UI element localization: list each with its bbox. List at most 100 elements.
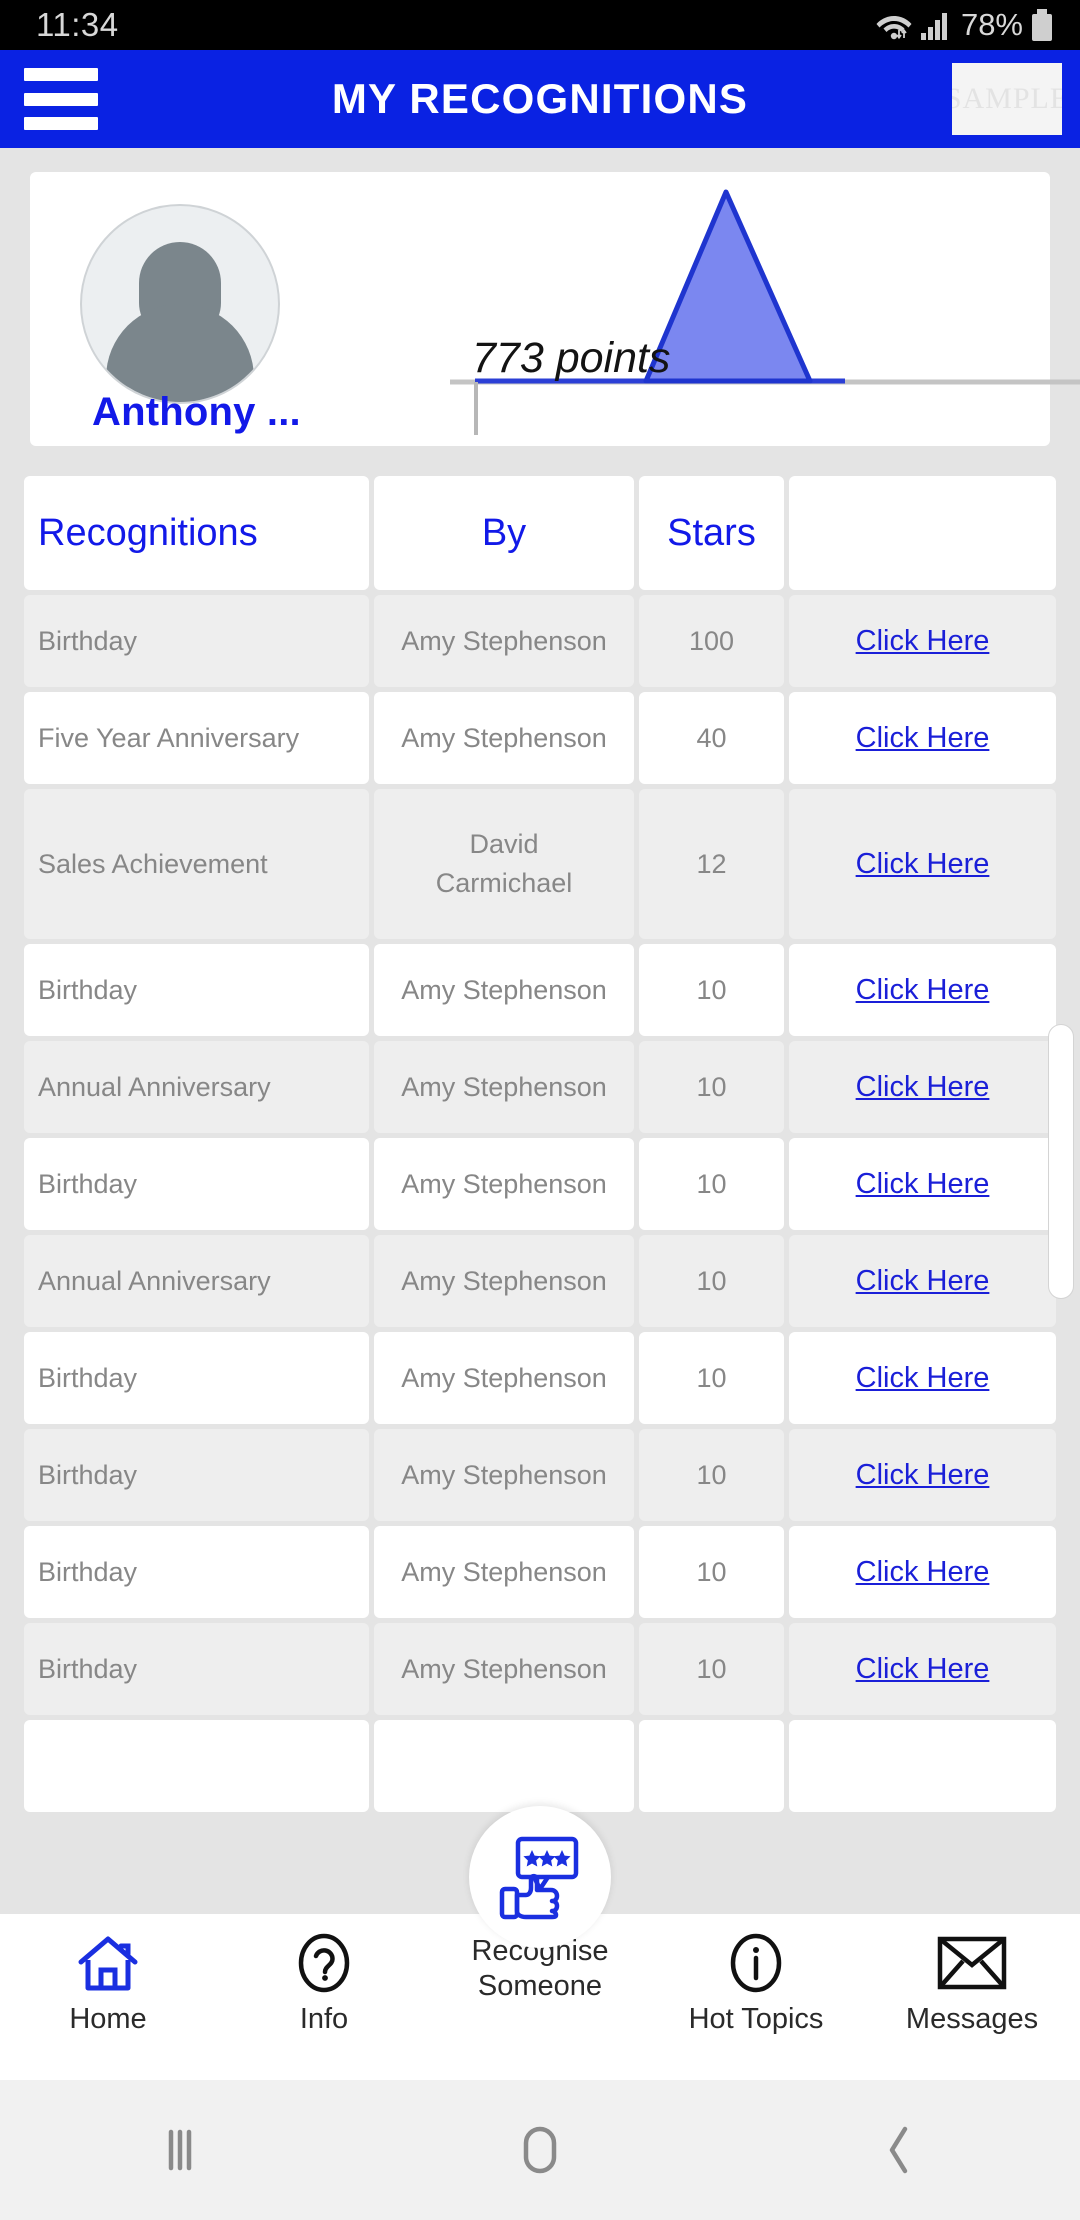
click-here-link[interactable]: Click Here: [856, 722, 990, 755]
cell-action[interactable]: Click Here: [789, 1623, 1056, 1715]
table-row[interactable]: Birthday Amy Stephenson 10 Click Here: [24, 1623, 1056, 1715]
table-row[interactable]: Birthday Amy Stephenson 10 Click Here: [24, 1138, 1056, 1230]
home-button[interactable]: [440, 2123, 640, 2177]
table-row[interactable]: Birthday Amy Stephenson 10 Click Here: [24, 1332, 1056, 1424]
vertical-scrollbar[interactable]: [1048, 1024, 1074, 1299]
brand-logo-text: SAMPLE: [952, 82, 1062, 115]
cell-by: Amy Stephenson: [374, 595, 634, 687]
nav-item-recognise-someone[interactable]: Recognise Someone: [440, 1806, 640, 2005]
nav-item-info[interactable]: Info: [224, 1932, 424, 2037]
cell-by: Amy Stephenson: [374, 1235, 634, 1327]
cell-recognition: Sales Achievement: [24, 789, 369, 939]
points-chart: 773 points: [450, 182, 1080, 446]
cell-by: Amy Stephenson: [374, 1138, 634, 1230]
profile-card: Anthony ... 773 points: [30, 172, 1080, 446]
cell-by: Amy Stephenson: [374, 692, 634, 784]
hamburger-bar: [24, 92, 98, 106]
recognise-someone-fab[interactable]: [469, 1806, 611, 1948]
cell-recognition: [24, 1720, 369, 1812]
cell-stars: 10: [639, 944, 784, 1036]
cell-action[interactable]: Click Here: [789, 944, 1056, 1036]
column-header-recognitions: Recognitions: [24, 476, 369, 590]
table-row[interactable]: Sales Achievement David Carmichael 12 Cl…: [24, 789, 1056, 939]
click-here-link[interactable]: Click Here: [856, 1653, 990, 1686]
cell-by: Amy Stephenson: [374, 1332, 634, 1424]
cell-by: Amy Stephenson: [374, 1429, 634, 1521]
page-title: MY RECOGNITIONS: [331, 75, 749, 122]
back-chevron-icon: [889, 2126, 908, 2174]
click-here-link[interactable]: Click Here: [856, 1168, 990, 1201]
cell-by: [374, 1720, 634, 1812]
click-here-link[interactable]: Click Here: [856, 1556, 990, 1589]
nav-label-line2: Someone: [477, 1970, 603, 2003]
points-label: 773 points: [472, 334, 671, 382]
cell-stars: 12: [639, 789, 784, 939]
cell-by: Amy Stephenson: [374, 944, 634, 1036]
avatar[interactable]: [80, 204, 280, 404]
default-avatar-icon: [80, 204, 280, 404]
table-row[interactable]: Birthday Amy Stephenson 10 Click Here: [24, 1429, 1056, 1521]
table-row[interactable]: Birthday Amy Stephenson 10 Click Here: [24, 944, 1056, 1036]
cellular-signal-icon: [920, 13, 947, 40]
cell-action[interactable]: Click Here: [789, 1041, 1056, 1133]
cell-action[interactable]: Click Here: [789, 789, 1056, 939]
points-triangle-chart: [450, 189, 1080, 435]
cell-stars: 10: [639, 1332, 784, 1424]
cell-action[interactable]: Click Here: [789, 1332, 1056, 1424]
nav-item-hot-topics[interactable]: Hot Topics: [656, 1932, 856, 2037]
table-row-partial[interactable]: [24, 1720, 1056, 1812]
bottom-navigation: Home Info Recognise Someone Hot Topics M…: [0, 1806, 1080, 2080]
click-here-link[interactable]: Click Here: [856, 1362, 990, 1395]
cell-by-line2: Carmichael: [435, 868, 573, 898]
click-here-link[interactable]: Click Here: [856, 625, 990, 658]
recognitions-table: Recognitions By Stars Birthday Amy Steph…: [24, 476, 1074, 1812]
nav-item-messages[interactable]: Messages: [872, 1932, 1072, 2037]
click-here-link[interactable]: Click Here: [856, 1459, 990, 1492]
click-here-link[interactable]: Click Here: [856, 974, 990, 1007]
back-button[interactable]: [800, 2123, 1000, 2177]
table-row[interactable]: Annual Anniversary Amy Stephenson 10 Cli…: [24, 1041, 1056, 1133]
cell-action[interactable]: Click Here: [789, 1429, 1056, 1521]
table-row[interactable]: Birthday Amy Stephenson 10 Click Here: [24, 1526, 1056, 1618]
cell-by-line1: David: [469, 828, 539, 859]
nav-label-hot-topics: Hot Topics: [688, 2003, 824, 2035]
cell-action[interactable]: Click Here: [789, 1526, 1056, 1618]
wifi-icon: [876, 16, 912, 40]
click-here-link[interactable]: Click Here: [856, 1071, 990, 1104]
app-header: MY RECOGNITIONS SAMPLE: [0, 50, 1080, 148]
profile-name: Anthony ...: [92, 390, 301, 434]
cell-recognition: Five Year Anniversary: [24, 692, 369, 784]
column-header-action: [789, 476, 1056, 590]
column-header-by: By: [374, 476, 634, 590]
cell-recognition: Birthday: [24, 1526, 369, 1618]
table-row[interactable]: Birthday Amy Stephenson 100 Click Here: [24, 595, 1056, 687]
click-here-link[interactable]: Click Here: [856, 1265, 990, 1298]
cell-by: Amy Stephenson: [374, 1623, 634, 1715]
hamburger-bar: [24, 68, 98, 81]
cell-recognition: Birthday: [24, 1138, 369, 1230]
nav-item-home[interactable]: Home: [8, 1932, 208, 2037]
question-mark-icon: [295, 1932, 353, 1994]
cell-action[interactable]: Click Here: [789, 1138, 1056, 1230]
status-bar: 11:34 78%: [0, 0, 1080, 50]
column-header-stars: Stars: [639, 476, 784, 590]
recents-icon: [168, 2129, 192, 2171]
brand-logo: SAMPLE: [952, 63, 1062, 135]
table-header-row: Recognitions By Stars: [24, 476, 1056, 590]
click-here-link[interactable]: Click Here: [856, 848, 990, 881]
cell-action[interactable]: Click Here: [789, 1235, 1056, 1327]
home-icon: [77, 1932, 139, 1994]
hamburger-bar: [24, 117, 98, 130]
recents-button[interactable]: [80, 2124, 280, 2176]
cell-stars: 10: [639, 1429, 784, 1521]
cell-stars: 10: [639, 1623, 784, 1715]
info-circle-icon: [727, 1932, 785, 1994]
cell-action[interactable]: Click Here: [789, 595, 1056, 687]
thumbs-up-stars-icon: [499, 1836, 579, 1920]
cell-by: Amy Stephenson: [374, 1041, 634, 1133]
hamburger-menu-icon[interactable]: [24, 68, 98, 130]
cell-action[interactable]: Click Here: [789, 692, 1056, 784]
table-row[interactable]: Five Year Anniversary Amy Stephenson 40 …: [24, 692, 1056, 784]
table-row[interactable]: Annual Anniversary Amy Stephenson 10 Cli…: [24, 1235, 1056, 1327]
cell-action[interactable]: [789, 1720, 1056, 1812]
